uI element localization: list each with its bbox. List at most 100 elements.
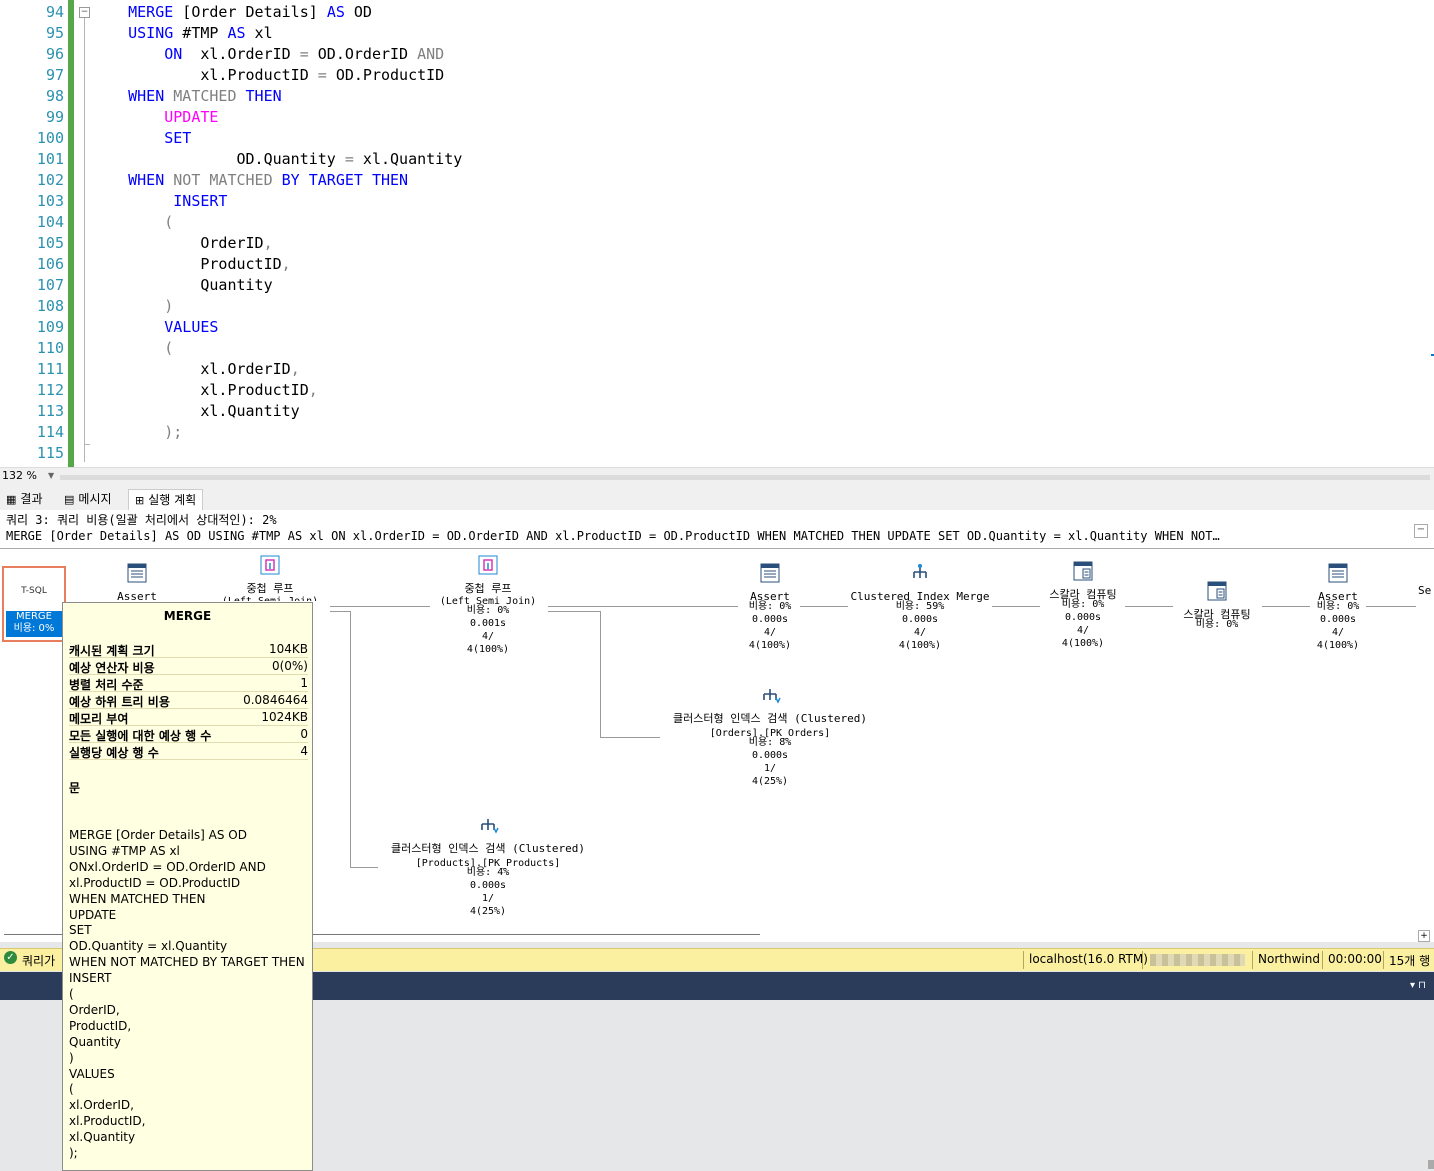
node-title: 중첩 루프 (464, 582, 512, 595)
node-time: 0.000s (751, 614, 789, 625)
plan-node-cut[interactable]: Se (1418, 584, 1434, 597)
plan-node-seek-products[interactable]: 클러스터형 인덱스 검색 (Clustered) [Products].[PK_… (378, 814, 598, 918)
code-token: = (344, 150, 354, 168)
code-token: xl.OrderID (182, 45, 300, 63)
property-name: 예상 하위 트리 비용 (69, 695, 170, 709)
code-line[interactable]: UPDATE (92, 107, 218, 128)
code-line[interactable]: WHEN NOT MATCHED BY TARGET THEN (92, 170, 408, 191)
code-token: UPDATE (164, 108, 219, 126)
node-time: 0.000s (901, 614, 939, 625)
property-name: 병렬 처리 수준 (69, 678, 144, 692)
code-line[interactable]: xl.Quantity (92, 401, 299, 422)
code-line[interactable]: ProductID, (92, 254, 290, 275)
query-editor[interactable]: 94 95 96 97 98 99 100 101 102 103 104 105 106 107 108 1… (0, 0, 1434, 467)
zoom-dropdown-icon[interactable]: ▼ (48, 471, 54, 480)
plan-node-assert[interactable]: Assert 비용: 0% 0.000s 4/ 4(100%) (1298, 562, 1378, 652)
operator-tooltip: MERGE 캐시된 계획 크기 104KB 예상 연산자 비용 0(0%) 병렬 처리 … (62, 602, 313, 1171)
statement-line: ); (69, 1146, 78, 1160)
query-cost-header: 쿼리 3: 쿼리 비용(일괄 처리에서 상대적인): 2% (6, 513, 277, 527)
line-number: 111 (36, 360, 64, 378)
plan-header-divider (0, 548, 1434, 549)
code-line[interactable]: xl.ProductID = OD.ProductID (92, 65, 444, 86)
code-line[interactable]: OrderID, (92, 233, 272, 254)
node-rows-pct: 4(100%) (466, 644, 510, 655)
tab-results[interactable]: ▦ 결과 (6, 489, 43, 509)
property-name: 모든 실행에 대한 예상 행 수 (69, 729, 212, 743)
code-line[interactable]: OD.Quantity = xl.Quantity (92, 149, 462, 170)
property-name: 메모리 부여 (69, 712, 129, 726)
code-line[interactable]: INSERT (92, 191, 227, 212)
plan-node-assert[interactable]: Assert 비용: 0% 0.000s 4/ 4(100%) (730, 562, 810, 652)
line-number: 104 (36, 213, 64, 231)
plan-node-assert[interactable]: Assert (97, 562, 177, 603)
fold-guide-end (84, 444, 90, 445)
nested-loops-icon (478, 555, 498, 575)
code-token: xl (245, 24, 273, 42)
compute-scalar-icon (1073, 561, 1093, 581)
collapse-plan-icon[interactable]: − (1414, 524, 1428, 538)
code-line[interactable]: ( (92, 338, 173, 359)
code-line[interactable]: USING #TMP AS xl (92, 23, 273, 44)
code-line[interactable]: WHEN MATCHED THEN (92, 86, 282, 107)
code-token: ) (92, 297, 174, 315)
code-line[interactable]: ON xl.OrderID = OD.OrderID AND (92, 44, 444, 65)
pin-icon[interactable]: ▾ ⊓ (1410, 980, 1426, 991)
collapse-toggle-icon[interactable]: − (79, 7, 90, 18)
statement-line: OrderID, (69, 1002, 120, 1017)
nested-loops-icon (260, 555, 280, 575)
query-text-header: MERGE [Order Details] AS OD USING #TMP A… (6, 529, 1220, 543)
tooltip-title: MERGE (163, 609, 212, 623)
node-rows: 4/ (481, 631, 495, 642)
code-token: OrderID (92, 234, 264, 252)
line-number: 108 (36, 297, 64, 315)
line-number: 96 (45, 45, 64, 63)
statement-line: xl.OrderID, (69, 1098, 134, 1113)
code-line[interactable]: xl.OrderID, (92, 359, 299, 380)
code-line[interactable]: xl.ProductID, (92, 380, 317, 401)
root-name: MERGE (16, 611, 52, 622)
line-number: 94 (45, 3, 64, 21)
plan-root-node[interactable]: T-SQL MERGE 비용: 0% (2, 566, 66, 642)
code-line[interactable]: ( (92, 212, 173, 233)
plan-node-compute-scalar[interactable]: 스칼라 컴퓨팅 비용: 0% (1174, 580, 1260, 631)
code-token: = (317, 66, 327, 84)
plan-node-seek-orders[interactable]: 클러스터형 인덱스 검색 (Clustered) [Orders].[PK_Or… (660, 684, 880, 788)
tooltip-property-row: 캐시된 계획 크기 104KB (69, 641, 308, 658)
line-number: 112 (36, 381, 64, 399)
editor-horizontal-scrollbar[interactable] (60, 475, 1430, 480)
node-rows: 1/ (763, 763, 777, 774)
plan-zoom-button[interactable]: + (1418, 930, 1430, 942)
status-separator (1252, 951, 1253, 969)
plan-node-nested-loops-1[interactable]: 중첩 루프 (Left Semi Join) (210, 554, 330, 601)
plan-node-clustered-index-merge[interactable]: Clustered Index Merge 비용: 59% 0.000s 4/ … (848, 562, 992, 652)
plan-node-compute-scalar[interactable]: 스칼라 컴퓨팅 비용: 0% 0.000s 4/ 4(100%) (1040, 560, 1126, 650)
node-cost: 비용: 0% (1316, 601, 1360, 612)
tab-messages[interactable]: ▤ 메시지 (64, 489, 112, 509)
code-line[interactable]: MERGE [Order Details] AS OD (92, 2, 372, 23)
code-token: SET (164, 129, 192, 147)
code-token: OD (344, 3, 372, 21)
code-line[interactable]: Quantity (92, 275, 272, 296)
line-number: 113 (36, 402, 64, 420)
line-number: 110 (36, 339, 64, 357)
code-token: ProductID (92, 255, 282, 273)
window-scroll-thumb[interactable] (1428, 1160, 1434, 1169)
code-line[interactable]: ); (92, 422, 182, 443)
tab-execution-plan[interactable]: ⊞ 실행 계획 (128, 489, 204, 510)
zoom-level[interactable]: 132 % (2, 469, 37, 482)
property-value: 104KB (268, 642, 308, 656)
statement-line: ) (69, 1050, 74, 1065)
statement-line: xl.ProductID, (69, 1114, 146, 1129)
code-token: xl.Quantity (353, 150, 463, 168)
status-database: Northwind (1258, 952, 1320, 966)
node-rows-pct: 4(25%) (751, 776, 789, 787)
code-line[interactable]: ) (92, 296, 173, 317)
plan-node-nested-loops-2[interactable]: 중첩 루프 (Left Semi Join) 비용: 0% 0.001s 4/ … (428, 554, 548, 656)
code-line[interactable]: SET (92, 128, 191, 149)
code-line[interactable]: VALUES (92, 317, 218, 338)
assert-icon (1328, 563, 1348, 583)
